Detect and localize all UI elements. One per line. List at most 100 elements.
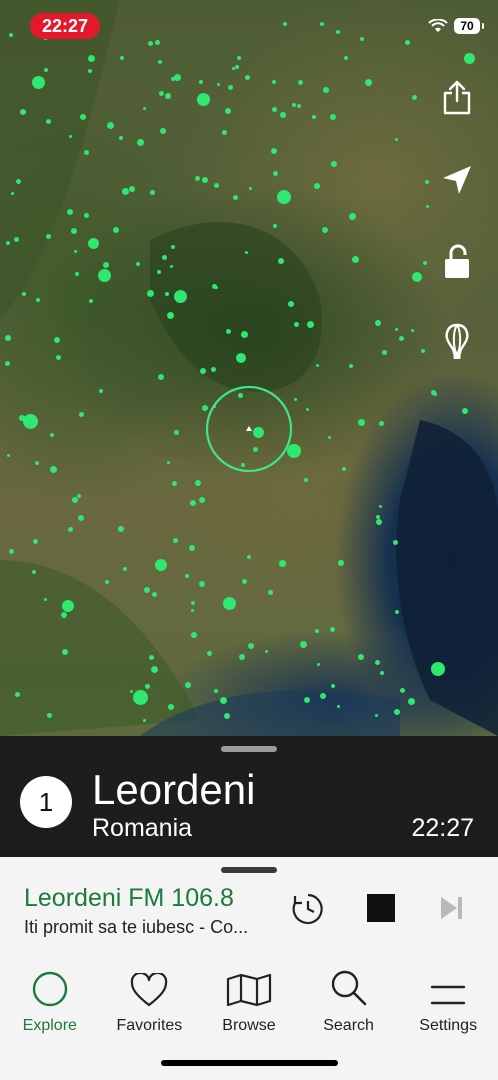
station-dot[interactable] xyxy=(50,433,54,437)
station-dot[interactable] xyxy=(379,421,384,426)
station-dot[interactable] xyxy=(304,478,308,482)
station-dot[interactable] xyxy=(217,83,220,86)
station-dot[interactable] xyxy=(215,286,218,289)
station-dot[interactable] xyxy=(47,713,52,718)
station-dot[interactable] xyxy=(33,539,38,544)
station-dot[interactable] xyxy=(294,398,297,401)
station-dot[interactable] xyxy=(195,480,201,486)
station-dot[interactable] xyxy=(242,579,247,584)
station-dot[interactable] xyxy=(84,213,89,218)
station-dot[interactable] xyxy=(235,65,239,69)
station-dot[interactable] xyxy=(147,290,154,297)
station-dot[interactable] xyxy=(84,150,89,155)
station-dot[interactable] xyxy=(322,227,328,233)
station-dot[interactable] xyxy=(185,682,191,688)
station-dot[interactable] xyxy=(136,262,140,266)
station-dot[interactable] xyxy=(202,177,208,183)
station-dot[interactable] xyxy=(105,580,109,584)
station-dot[interactable] xyxy=(122,188,129,195)
station-dot[interactable] xyxy=(425,180,429,184)
station-dot[interactable] xyxy=(158,374,164,380)
station-dot[interactable] xyxy=(120,56,124,60)
station-dot[interactable] xyxy=(137,139,144,146)
drag-handle[interactable] xyxy=(221,746,277,752)
station-dot[interactable] xyxy=(67,209,73,215)
station-dot[interactable] xyxy=(200,368,206,374)
station-dot[interactable] xyxy=(155,559,167,571)
station-dot[interactable] xyxy=(162,255,167,260)
station-dot[interactable] xyxy=(220,697,227,704)
station-dot[interactable] xyxy=(78,515,84,521)
station-dot[interactable] xyxy=(20,109,26,115)
station-dot[interactable] xyxy=(190,500,196,506)
station-dot[interactable] xyxy=(245,251,248,254)
station-dot[interactable] xyxy=(331,161,337,167)
station-dot[interactable] xyxy=(433,392,437,396)
station-dot[interactable] xyxy=(132,689,148,705)
station-dot[interactable] xyxy=(400,688,405,693)
station-dot[interactable] xyxy=(46,234,51,239)
station-dot[interactable] xyxy=(202,100,207,105)
station-dot[interactable] xyxy=(207,651,212,656)
map-view[interactable]: 22:27 70 xyxy=(0,0,498,736)
station-dot[interactable] xyxy=(14,237,19,242)
station-dot[interactable] xyxy=(273,171,278,176)
station-dot[interactable] xyxy=(32,570,36,574)
station-dot[interactable] xyxy=(89,299,93,303)
station-dot[interactable] xyxy=(97,268,111,282)
station-dot[interactable] xyxy=(44,68,48,72)
station-dot[interactable] xyxy=(307,321,314,328)
station-dot[interactable] xyxy=(272,107,277,112)
station-dot[interactable] xyxy=(280,112,286,118)
station-dot[interactable] xyxy=(312,115,316,119)
station-dot[interactable] xyxy=(7,454,10,457)
station-dot[interactable] xyxy=(241,331,248,338)
station-dot[interactable] xyxy=(88,69,92,73)
station-dot[interactable] xyxy=(426,205,429,208)
station-dot[interactable] xyxy=(232,67,235,70)
station-dot[interactable] xyxy=(74,250,77,253)
station-dot[interactable] xyxy=(103,262,109,268)
station-dot[interactable] xyxy=(22,292,26,296)
station-dot[interactable] xyxy=(462,408,468,414)
station-dot[interactable] xyxy=(50,466,57,473)
station-dot[interactable] xyxy=(277,190,291,204)
station-dot[interactable] xyxy=(167,461,170,464)
station-dot[interactable] xyxy=(152,592,157,597)
station-dot[interactable] xyxy=(151,666,158,673)
station-dot[interactable] xyxy=(199,581,205,587)
station-dot[interactable] xyxy=(149,655,154,660)
station-dot[interactable] xyxy=(168,704,174,710)
station-dot[interactable] xyxy=(225,108,231,114)
station-dot[interactable] xyxy=(155,40,160,45)
station-dot[interactable] xyxy=(320,22,324,26)
station-dot[interactable] xyxy=(222,596,236,610)
station-dot[interactable] xyxy=(9,549,14,554)
station-dot[interactable] xyxy=(222,130,227,135)
station-dot[interactable] xyxy=(239,654,245,660)
station-dot[interactable] xyxy=(56,355,61,360)
station-dot[interactable] xyxy=(165,292,169,296)
station-dot[interactable] xyxy=(375,714,378,717)
station-dot[interactable] xyxy=(11,192,14,195)
station-dot[interactable] xyxy=(170,265,173,268)
station-dot[interactable] xyxy=(214,689,218,693)
station-dot[interactable] xyxy=(71,228,77,234)
locate-button[interactable] xyxy=(440,163,474,197)
station-dot[interactable] xyxy=(331,684,335,688)
station-dot[interactable] xyxy=(191,632,197,638)
station-dot[interactable] xyxy=(69,135,72,138)
station-dot[interactable] xyxy=(165,93,171,99)
station-dot[interactable] xyxy=(395,328,398,331)
station-dot[interactable] xyxy=(358,419,365,426)
station-dot[interactable] xyxy=(199,80,203,84)
stop-button[interactable] xyxy=(366,893,396,923)
station-dot[interactable] xyxy=(130,690,133,693)
station-dot[interactable] xyxy=(297,104,301,108)
station-dot[interactable] xyxy=(249,187,252,190)
station-dot[interactable] xyxy=(36,298,40,302)
station-dot[interactable] xyxy=(411,329,414,332)
station-dot[interactable] xyxy=(174,430,179,435)
station-dot[interactable] xyxy=(365,79,372,86)
station-dot[interactable] xyxy=(338,560,344,566)
